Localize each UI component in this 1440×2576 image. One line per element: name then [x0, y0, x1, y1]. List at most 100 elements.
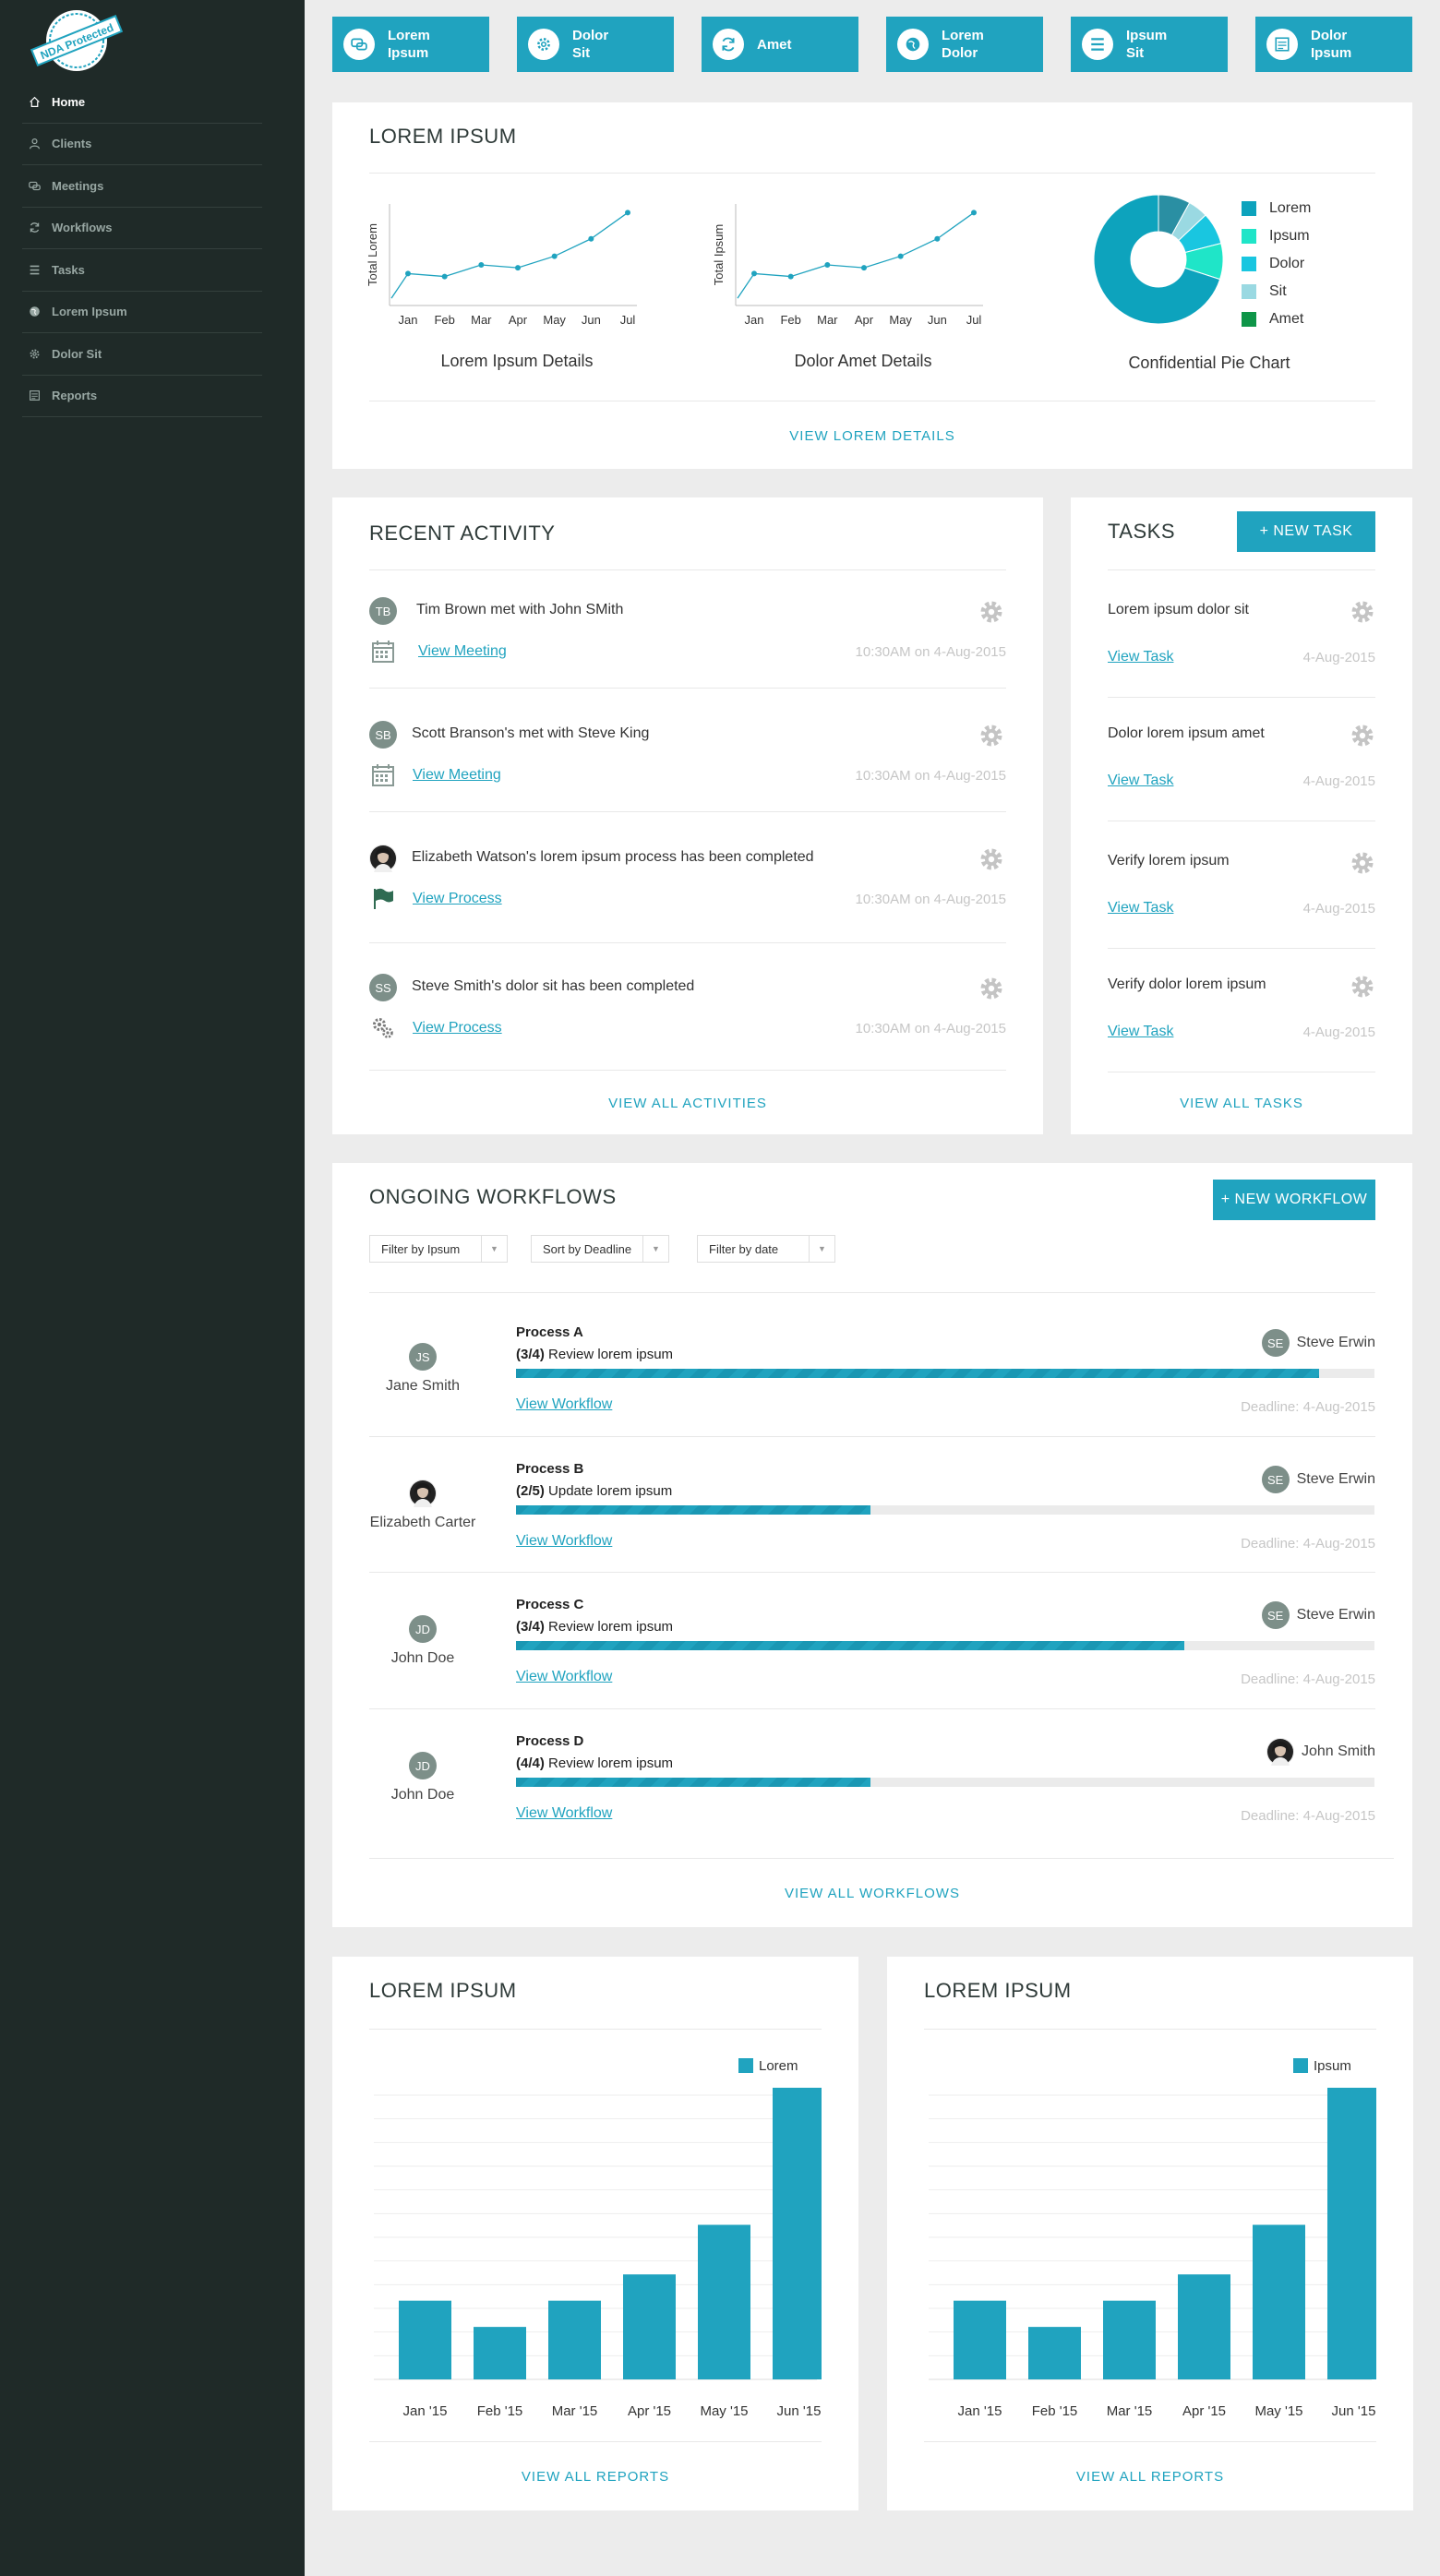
chat-icon — [343, 29, 375, 60]
sidebar-item-home[interactable]: Home — [22, 81, 262, 124]
x-tick-label: Mar '15 — [552, 2403, 598, 2419]
overview-card: LOREM IPSUM Jan Feb Mar Apr May Jun Jul Total L… — [332, 102, 1412, 469]
view-task-link[interactable]: View Task — [1108, 649, 1173, 665]
view-task-link[interactable]: View Task — [1108, 900, 1173, 917]
x-tick-label: Jun '15 — [1332, 2403, 1376, 2419]
view-task-link[interactable]: View Task — [1108, 1024, 1173, 1040]
bar — [1253, 2224, 1305, 2379]
divider — [369, 1858, 1394, 1859]
assignee: SE Steve Erwin — [1261, 1466, 1375, 1493]
tasks-card: TASKS + NEW TASK Lorem ipsum dolor sit Vi… — [1071, 497, 1412, 1134]
gear-icon[interactable] — [1350, 723, 1375, 749]
view-activity-link[interactable]: View Meeting — [413, 767, 501, 784]
assignee-name: Steve Erwin — [1296, 1335, 1375, 1350]
view-workflow-link[interactable]: View Workflow — [516, 1533, 612, 1550]
process-step: (4/4) Review lorem ipsum — [516, 1755, 673, 1771]
quick-tile-5[interactable]: Ipsum Sit — [1071, 17, 1228, 72]
x-tick-label: Jan '15 — [403, 2403, 448, 2419]
quick-tile-3[interactable]: Amet — [702, 17, 858, 72]
chevron-down-icon: ▼ — [809, 1236, 834, 1262]
view-lorem-details-link[interactable]: VIEW LOREM DETAILS — [332, 428, 1412, 444]
sidebar-nav: Home Clients Meetings Workflows Tasks Lorem I… — [22, 81, 262, 417]
view-all-workflows-link[interactable]: VIEW ALL WORKFLOWS — [332, 1886, 1412, 1901]
view-workflow-link[interactable]: View Workflow — [516, 1396, 612, 1413]
legend-swatch — [1242, 312, 1256, 327]
sidebar-item-dolor-sit[interactable]: Dolor Sit — [22, 333, 262, 376]
gear-icon[interactable] — [978, 599, 1004, 625]
report-icon — [1266, 29, 1298, 60]
sidebar-item-workflows[interactable]: Workflows — [22, 208, 262, 249]
sidebar-item-lorem-ipsum[interactable]: Lorem Ipsum — [22, 292, 262, 333]
sidebar-item-clients[interactable]: Clients — [22, 124, 262, 165]
gear-icon[interactable] — [978, 723, 1004, 749]
divider — [369, 1708, 1375, 1709]
filter-dropdown-3[interactable]: Filter by date ▼ — [697, 1235, 835, 1263]
sidebar-item-tasks[interactable]: Tasks — [22, 249, 262, 292]
owner-avatar — [409, 1480, 437, 1512]
divider — [369, 2441, 822, 2442]
bar — [623, 2274, 676, 2379]
activity-time: 10:30AM on 4-Aug-2015 — [855, 1021, 1006, 1036]
gear-icon[interactable] — [978, 976, 1004, 1001]
quick-tile-1[interactable]: Lorem Ipsum — [332, 17, 489, 72]
view-all-reports-link[interactable]: VIEW ALL REPORTS — [887, 2469, 1413, 2485]
quick-tile-6[interactable]: Dolor Ipsum — [1255, 17, 1412, 72]
view-workflow-link[interactable]: View Workflow — [516, 1669, 612, 1685]
view-all-activities-link[interactable]: VIEW ALL ACTIVITIES — [332, 1096, 1043, 1111]
workflow-deadline: Deadline: 4-Aug-2015 — [1241, 1808, 1375, 1824]
data-point — [441, 273, 448, 280]
report-icon — [28, 389, 41, 402]
gear-icon[interactable] — [1350, 974, 1375, 1000]
quick-tile-2[interactable]: Dolor Sit — [517, 17, 674, 72]
user-icon — [28, 138, 41, 150]
recent-activity-title: RECENT ACTIVITY — [369, 521, 556, 545]
divider — [369, 942, 1006, 943]
workflows-card: ONGOING WORKFLOWS + NEW WORKFLOW Filter … — [332, 1163, 1412, 1927]
progress-bar — [516, 1778, 1374, 1787]
sidebar-item-meetings[interactable]: Meetings — [22, 165, 262, 208]
view-workflow-link[interactable]: View Workflow — [516, 1805, 612, 1822]
x-tick-label: Apr '15 — [1182, 2403, 1226, 2419]
gear-icon[interactable] — [1350, 850, 1375, 876]
step-text: Review lorem ipsum — [548, 1755, 674, 1771]
assignee-avatar — [1266, 1738, 1294, 1766]
gear-icon[interactable] — [978, 846, 1004, 872]
new-task-button[interactable]: + NEW TASK — [1237, 511, 1375, 552]
process-step: (2/5) Update lorem ipsum — [516, 1483, 672, 1499]
bar — [1327, 2088, 1376, 2379]
filter-dropdown-1[interactable]: Filter by Ipsum ▼ — [369, 1235, 508, 1263]
divider — [1108, 569, 1375, 570]
x-tick-label: Apr '15 — [628, 2403, 671, 2419]
view-activity-link[interactable]: View Process — [413, 891, 502, 907]
view-all-reports-link[interactable]: VIEW ALL REPORTS — [332, 2469, 858, 2485]
divider — [924, 2441, 1376, 2442]
sidebar-item-reports[interactable]: Reports — [22, 376, 262, 417]
view-activity-link[interactable]: View Meeting — [418, 643, 507, 660]
view-task-link[interactable]: View Task — [1108, 773, 1173, 789]
x-tick-label: Feb '15 — [1032, 2403, 1078, 2419]
data-point — [824, 262, 831, 268]
view-all-tasks-link[interactable]: VIEW ALL TASKS — [1071, 1096, 1412, 1111]
progress-fill — [516, 1505, 871, 1515]
legend-item: Amet — [1242, 311, 1303, 328]
x-tick-label: Mar '15 — [1107, 2403, 1153, 2419]
data-point — [934, 235, 941, 242]
quick-tile-4[interactable]: Lorem Dolor — [886, 17, 1043, 72]
data-point — [787, 273, 794, 280]
bar — [399, 2300, 451, 2379]
recent-activity-card: RECENT ACTIVITY TB Tim Brown met with Joh… — [332, 497, 1043, 1134]
nda-protected-logo[interactable]: NDA Protected — [26, 7, 127, 72]
process-name: Process A — [516, 1324, 583, 1340]
overview-title: LOREM IPSUM — [369, 125, 517, 148]
gear-icon[interactable] — [1350, 599, 1375, 625]
assignee: SE Steve Erwin — [1261, 1329, 1375, 1357]
legend-item: Lorem — [1242, 200, 1311, 217]
new-workflow-button[interactable]: + NEW WORKFLOW — [1213, 1180, 1375, 1220]
calendar-icon — [371, 640, 395, 668]
view-activity-link[interactable]: View Process — [413, 1020, 502, 1036]
tasks-title: TASKS — [1108, 520, 1176, 543]
bar — [698, 2224, 750, 2379]
process-name: Process C — [516, 1597, 584, 1612]
filter-dropdown-2[interactable]: Sort by Deadline ▼ — [531, 1235, 669, 1263]
activity-time: 10:30AM on 4-Aug-2015 — [855, 644, 1006, 660]
